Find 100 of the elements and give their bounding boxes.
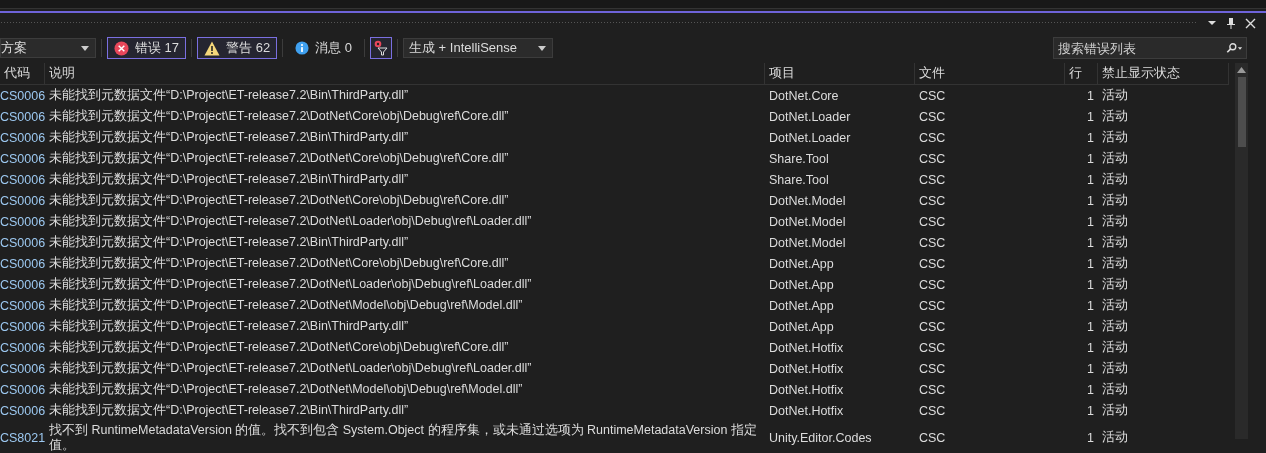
column-header[interactable]: 行: [1065, 63, 1098, 84]
table-cell-text: DotNet.App: [768, 298, 835, 313]
table-cell: CS0006: [0, 340, 45, 355]
table-cell-text: DotNet.Loader: [768, 130, 852, 145]
table-cell-text: 1: [1086, 361, 1095, 376]
table-cell: CS0006: [0, 214, 45, 229]
table-cell-text: 1: [1086, 277, 1095, 292]
table-cell-text: 未能找到元数据文件“D:\Project\ET-release7.2\DotNet\Model\obj\Debug\ref\Model.dll”: [48, 297, 524, 314]
column-header[interactable]: 项目: [765, 63, 915, 84]
table-cell-text: 活动: [1101, 318, 1129, 335]
table-cell: CS0006: [0, 88, 45, 103]
filter-toggle-button[interactable]: [370, 37, 392, 59]
column-header[interactable]: 文件: [915, 63, 1065, 84]
table-cell-text: DotNet.Model: [768, 235, 847, 250]
table-cell-text: 未能找到元数据文件“D:\Project\ET-release7.2\Bin\ThirdParty.dll”: [48, 318, 410, 335]
error-filter-button[interactable]: 错误 17: [107, 37, 187, 59]
table-cell-text: 1: [1086, 193, 1095, 208]
table-cell-text: 活动: [1101, 276, 1129, 293]
table-cell-text: CSC: [918, 193, 947, 208]
warning-filter-button[interactable]: 警告 62: [197, 37, 278, 59]
table-cell-text: 活动: [1101, 234, 1129, 251]
table-cell-text: DotNet.Hotfix: [768, 361, 845, 376]
caret-icon: [538, 45, 546, 51]
table-cell-text: 1: [1086, 403, 1095, 418]
table-cell: CS0006: [0, 151, 45, 166]
table-cell-text: 活动: [1101, 87, 1129, 104]
table-cell-text: 1: [1086, 430, 1095, 445]
table-cell-text: CSC: [918, 277, 947, 292]
pin-icon[interactable]: [1226, 17, 1236, 29]
table-cell: CS0006: [0, 256, 45, 271]
table-cell: CS0006: [0, 193, 45, 208]
table-cell-text: 活动: [1101, 192, 1129, 209]
table-cell-text: DotNet.Model: [768, 214, 847, 229]
table-cell: CS0006: [0, 235, 45, 250]
table-cell-text: 1: [1086, 382, 1095, 397]
table-cell-text: 1: [1086, 130, 1095, 145]
table-cell-text: Share.Tool: [768, 172, 830, 187]
table-cell-text: 未能找到元数据文件“D:\Project\ET-release7.2\DotNet\Model\obj\Debug\ref\Model.dll”: [48, 381, 524, 398]
table-cell-text: 未能找到元数据文件“D:\Project\ET-release7.2\DotNet\Core\obj\Debug\ref\Core.dll”: [48, 192, 510, 209]
table-cell-text: 1: [1086, 172, 1095, 187]
table-cell-text: 活动: [1101, 255, 1129, 272]
table-cell: CS0006: [0, 382, 45, 397]
table-cell-text: 活动: [1101, 108, 1129, 125]
table-cell-text: 活动: [1101, 360, 1129, 377]
table-cell-text: DotNet.App: [768, 256, 835, 271]
table-cell-text: 未能找到元数据文件“D:\Project\ET-release7.2\DotNet\Loader\obj\Debug\ref\Loader.dll”: [48, 360, 533, 377]
table-cell-text: DotNet.Hotfix: [768, 403, 845, 418]
table-cell-text: CSC: [918, 88, 947, 103]
warning-icon: [204, 40, 221, 56]
table-cell: CS0006: [0, 109, 45, 124]
table-cell-text: 1: [1086, 298, 1095, 313]
table-cell-text: CSC: [918, 172, 947, 187]
table-cell-text: CSC: [918, 319, 947, 334]
table-cell-text: 1: [1086, 319, 1095, 334]
table-cell-text: 1: [1086, 340, 1095, 355]
table-cell-text: CSC: [918, 151, 947, 166]
table-cell-text: 活动: [1101, 402, 1129, 419]
table-cell: CS0006: [0, 277, 45, 292]
scrollbar[interactable]: [1235, 63, 1248, 439]
table-cell-text: 活动: [1101, 381, 1129, 398]
table-cell-text: 活动: [1101, 297, 1129, 314]
scope-dropdown[interactable]: 方案: [0, 38, 96, 58]
table-cell-text: 1: [1086, 214, 1095, 229]
table-cell-text: 未能找到元数据文件“D:\Project\ET-release7.2\DotNet\Loader\obj\Debug\ref\Loader.dll”: [48, 213, 533, 230]
table-cell-text: DotNet.Hotfix: [768, 382, 845, 397]
table-cell-text: 未能找到元数据文件“D:\Project\ET-release7.2\DotNet\Loader\obj\Debug\ref\Loader.dll”: [48, 276, 533, 293]
table-cell: CS0006: [0, 361, 45, 376]
table-cell-text: DotNet.App: [768, 277, 835, 292]
table-cell-text: 活动: [1101, 429, 1129, 446]
dropdown-icon[interactable]: [1207, 18, 1217, 28]
table-cell: CS0006: [0, 172, 45, 187]
table-cell-text: CSC: [918, 382, 947, 397]
table-cell-text: 未能找到元数据文件“D:\Project\ET-release7.2\Bin\ThirdParty.dll”: [48, 234, 410, 251]
info-filter-button[interactable]: 消息 0: [288, 37, 359, 59]
table-cell-text: 未能找到元数据文件“D:\Project\ET-release7.2\DotNet\Core\obj\Debug\ref\Core.dll”: [48, 255, 510, 272]
caret-icon: [81, 45, 89, 51]
table-cell-text: CSC: [918, 214, 947, 229]
table-cell-text: CSC: [918, 298, 947, 313]
table-cell-text: 活动: [1101, 129, 1129, 146]
table-cell: CS8021: [0, 430, 45, 445]
table-cell-text: Share.Tool: [768, 151, 830, 166]
table-cell-text: 未能找到元数据文件“D:\Project\ET-release7.2\DotNet\Core\obj\Debug\ref\Core.dll”: [48, 339, 510, 356]
column-header[interactable]: 说明: [45, 63, 765, 84]
column-header[interactable]: 代码: [0, 63, 45, 84]
table-cell-text: DotNet.App: [768, 319, 835, 334]
table-cell-text: 活动: [1101, 213, 1129, 230]
table-cell-text: Unity.Editor.Codes: [768, 430, 873, 445]
table-cell-text: 1: [1086, 235, 1095, 250]
table-cell-text: 活动: [1101, 339, 1129, 356]
table-cell-text: 找不到 RuntimeMetadataVersion 的值。找不到包含 System.Object 的程序集，或未通过选项为 RuntimeMetadataVersion 指定值。: [48, 422, 758, 453]
source-dropdown[interactable]: 生成 + IntelliSense: [403, 38, 553, 58]
table-cell: CS0006: [0, 319, 45, 334]
table-cell-text: CSC: [918, 430, 947, 445]
table-cell-text: CSC: [918, 109, 947, 124]
scroll-up-icon[interactable]: [1237, 67, 1246, 73]
close-icon[interactable]: [1245, 17, 1256, 29]
scrollbar-thumb[interactable]: [1237, 77, 1246, 147]
column-header[interactable]: 禁止显示状态: [1098, 63, 1229, 84]
table-cell-text: DotNet.Loader: [768, 109, 852, 124]
table-cell-text: DotNet.Hotfix: [768, 340, 845, 355]
